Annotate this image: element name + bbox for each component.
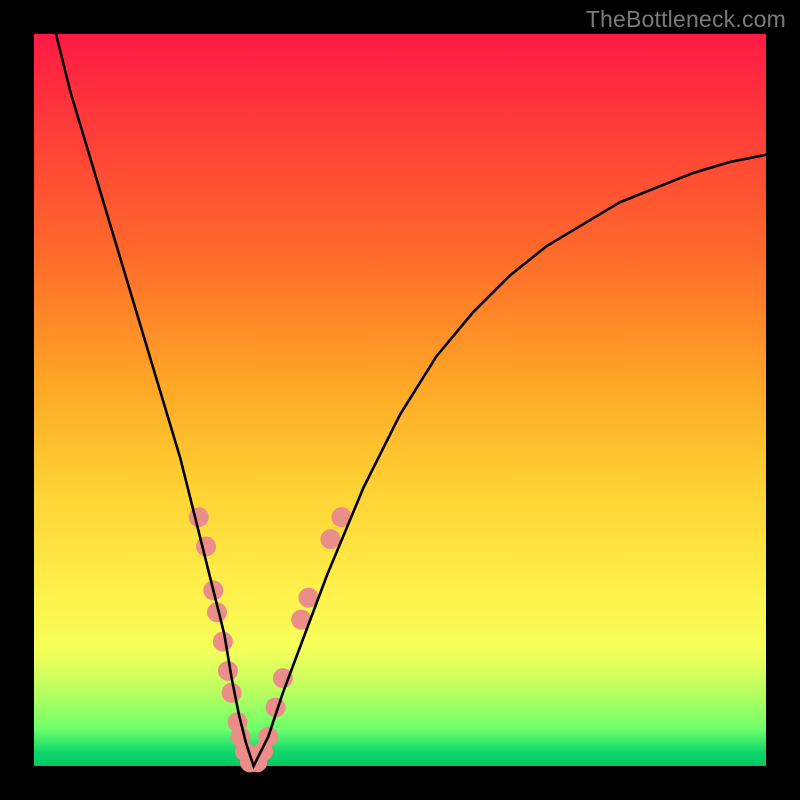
- data-marker: [222, 683, 242, 703]
- plot-area: [34, 34, 766, 766]
- data-marker: [320, 529, 340, 549]
- chart-frame: TheBottleneck.com: [0, 0, 800, 800]
- curve-line: [56, 34, 766, 766]
- watermark-text: TheBottleneck.com: [586, 6, 786, 33]
- data-marker: [213, 632, 233, 652]
- data-marker: [196, 536, 216, 556]
- data-marker: [189, 507, 209, 527]
- chart-svg: [34, 34, 766, 766]
